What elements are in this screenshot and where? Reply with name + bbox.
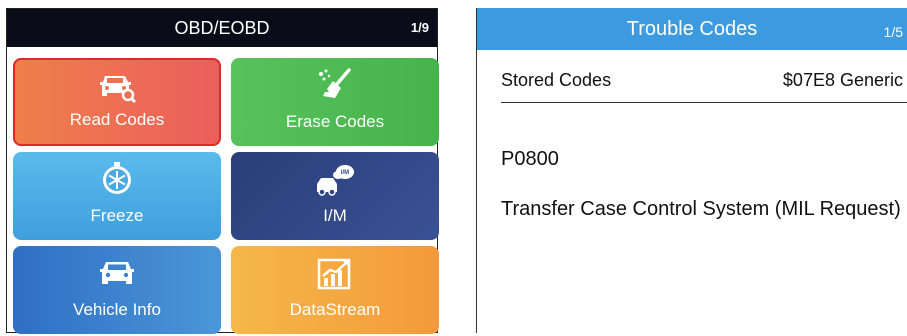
dtc-description: Transfer Case Control System (MIL Reques… bbox=[501, 198, 901, 220]
read-codes-label: Read Codes bbox=[69, 110, 165, 129]
car-magnifier-icon bbox=[100, 76, 137, 104]
erase-codes-label: Erase Codes bbox=[285, 112, 385, 131]
car-exhaust-im-icon: I/M bbox=[317, 165, 354, 196]
read-codes-button[interactable]: Read Codes bbox=[13, 58, 221, 146]
stored-codes-module: $07E8 Generic bbox=[782, 70, 903, 90]
dtc-code: P0800 bbox=[501, 148, 559, 170]
stored-codes-label: Stored Codes bbox=[501, 70, 612, 90]
car-icon bbox=[100, 262, 134, 284]
broom-icon bbox=[319, 68, 351, 98]
vehicle-info-label: Vehicle Info bbox=[73, 300, 161, 319]
obd-menu-screen: OBD/EOBD 1/9 Read Codes Erase Codes Free… bbox=[6, 8, 439, 334]
trouble-codes-screen: Trouble Codes 1/5 Stored Codes $07E8 Gen… bbox=[476, 8, 907, 333]
menu-title: OBD/EOBD bbox=[174, 18, 270, 38]
datastream-label: DataStream bbox=[289, 300, 381, 319]
stopwatch-snowflake-icon bbox=[103, 162, 131, 194]
menu-page-indicator: 1/9 bbox=[410, 20, 429, 35]
menu-header: OBD/EOBD 1/9 bbox=[7, 9, 437, 47]
divider bbox=[501, 102, 907, 103]
im-icon-text: I/M bbox=[341, 170, 349, 176]
im-label: I/M bbox=[323, 206, 347, 225]
chart-icon bbox=[317, 258, 351, 290]
freeze-label: Freeze bbox=[90, 206, 144, 225]
vehicle-info-button[interactable]: Vehicle Info bbox=[13, 246, 221, 334]
im-button[interactable]: I/M I/M bbox=[231, 152, 439, 240]
erase-codes-button[interactable]: Erase Codes bbox=[231, 58, 439, 146]
datastream-button[interactable]: DataStream bbox=[231, 246, 439, 334]
trouble-codes-title: Trouble Codes bbox=[626, 18, 758, 40]
trouble-codes-page-indicator: 1/5 bbox=[883, 24, 903, 40]
freeze-button[interactable]: Freeze bbox=[13, 152, 221, 240]
trouble-codes-header: Trouble Codes 1/5 bbox=[477, 8, 907, 50]
